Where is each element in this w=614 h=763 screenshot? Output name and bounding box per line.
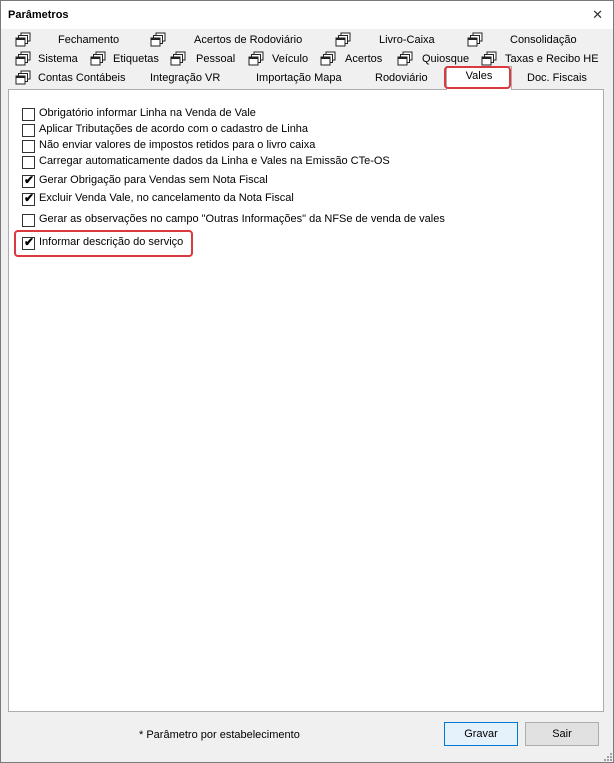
tab-label: Importação Mapa xyxy=(256,72,342,84)
checkbox[interactable]: ✔ xyxy=(22,191,35,206)
checkbox[interactable]: ✔ xyxy=(22,173,35,188)
tab-label: Consolidação xyxy=(510,34,577,46)
stacked-windows-icon xyxy=(15,32,31,47)
checkmark-icon: ✔ xyxy=(24,173,35,187)
save-button-label: Gravar xyxy=(464,728,498,740)
checkbox-label: Carregar automaticamente dados da Linha … xyxy=(39,155,390,167)
checkbox-label: Não enviar valores de impostos retidos p… xyxy=(39,139,316,151)
checkbox[interactable] xyxy=(22,140,35,153)
checkbox-label: Gerar as observações no campo "Outras In… xyxy=(39,213,445,225)
tab-label: Pessoal xyxy=(196,53,236,65)
checkbox[interactable] xyxy=(22,214,35,227)
tab-label: Acertos xyxy=(345,53,383,65)
tab-acertos-de-rodoviario[interactable]: Acertos de Rodoviário xyxy=(150,32,310,50)
tab-integracao-vr[interactable]: Integração VR xyxy=(150,70,230,88)
tab-label: Contas Contábeis xyxy=(38,72,126,84)
vales-options-panel: Obrigatório informar Linha na Venda de V… xyxy=(8,89,604,712)
tab-label: Acertos de Rodoviário xyxy=(194,34,303,46)
tab-consolidacao[interactable]: Consolidação xyxy=(467,32,587,50)
tab-pessoal[interactable]: Pessoal xyxy=(170,51,240,69)
tab-importacao-mapa[interactable]: Importação Mapa xyxy=(256,70,346,88)
checkbox-label: Aplicar Tributações de acordo com o cada… xyxy=(39,123,309,135)
checkbox[interactable] xyxy=(22,124,35,137)
save-button[interactable]: Gravar xyxy=(444,722,518,746)
stacked-windows-icon xyxy=(397,51,413,66)
tab-label: Integração VR xyxy=(150,72,221,84)
stacked-windows-icon xyxy=(15,70,31,85)
stacked-windows-icon xyxy=(481,51,497,66)
tab-acertos[interactable]: Acertos xyxy=(320,51,390,69)
resize-grip-icon[interactable] xyxy=(602,751,612,761)
tab-label: Fechamento xyxy=(58,34,120,46)
title-bar: Parâmetros ✕ xyxy=(1,1,613,29)
tab-livro-caixa[interactable]: Livro-Caixa xyxy=(335,32,445,50)
tab-veiculo[interactable]: Veículo xyxy=(248,51,313,69)
tab-label: Veículo xyxy=(272,53,309,65)
tab-contas-contabeis[interactable]: Contas Contábeis xyxy=(15,70,130,88)
tab-etiquetas[interactable]: Etiquetas xyxy=(90,51,165,69)
checkbox[interactable] xyxy=(22,108,35,121)
tab-sistema[interactable]: Sistema xyxy=(15,51,85,69)
stacked-windows-icon xyxy=(467,32,483,47)
stacked-windows-icon xyxy=(15,51,31,66)
highlight-box xyxy=(14,230,193,257)
tab-label: Etiquetas xyxy=(113,53,159,65)
tab-label: Livro-Caixa xyxy=(379,34,435,46)
stacked-windows-icon xyxy=(150,32,166,47)
checkbox-label: Obrigatório informar Linha na Venda de V… xyxy=(39,107,256,119)
exit-button-label: Sair xyxy=(552,728,572,740)
stacked-windows-icon xyxy=(320,51,336,66)
stacked-windows-icon xyxy=(90,51,106,66)
checkbox[interactable] xyxy=(22,156,35,169)
tab-label: Sistema xyxy=(38,53,78,65)
checkbox-label: Excluir Venda Vale, no cancelamento da N… xyxy=(39,192,294,204)
exit-button[interactable]: Sair xyxy=(525,722,599,746)
close-icon[interactable]: ✕ xyxy=(592,7,603,23)
footer-note: * Parâmetro por estabelecimento xyxy=(139,729,300,741)
checkbox-label: Gerar Obrigação para Vendas sem Nota Fis… xyxy=(39,174,268,186)
checkmark-icon: ✔ xyxy=(24,191,35,205)
highlight-box xyxy=(444,66,511,89)
stacked-windows-icon xyxy=(170,51,186,66)
stacked-windows-icon xyxy=(335,32,351,47)
tab-doc-fiscais[interactable]: Doc. Fiscais xyxy=(527,70,597,88)
stacked-windows-icon xyxy=(248,51,264,66)
tab-label: Quiosque xyxy=(422,53,470,65)
window-title: Parâmetros xyxy=(8,9,69,21)
tab-label: Taxas e Recibo HE xyxy=(505,53,599,65)
tab-rodoviario[interactable]: Rodoviário xyxy=(375,70,435,88)
tab-fechamento[interactable]: Fechamento xyxy=(15,32,125,50)
tab-label: Rodoviário xyxy=(375,72,428,84)
tab-label: Doc. Fiscais xyxy=(527,72,587,84)
